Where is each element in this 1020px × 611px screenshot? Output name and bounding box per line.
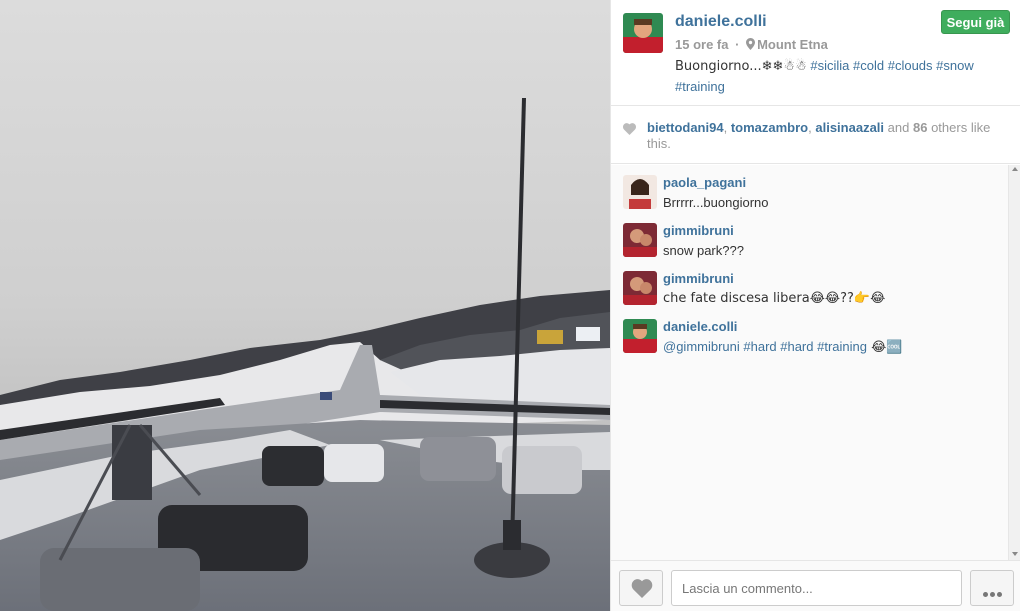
post-detail-panel: daniele.colli 15 ore fa · Mount Etna Buo… <box>610 0 1020 611</box>
liker-link[interactable]: alisinaazali <box>815 120 884 135</box>
liker-link[interactable]: tomazambro <box>731 120 808 135</box>
comment-username[interactable]: gimmibruni <box>663 271 734 286</box>
follow-button[interactable]: Segui già <box>941 10 1010 34</box>
hashtag-training[interactable]: #training <box>675 79 725 94</box>
comment-item: daniele.colli @gimmibruni #hard #hard #t… <box>611 309 1009 357</box>
post-meta: 15 ore fa · Mount Etna <box>675 37 828 52</box>
like-button[interactable] <box>619 570 663 606</box>
comment-text: @gimmibruni #hard #hard #training 😂🆒 <box>663 339 903 355</box>
likes-summary: biettodani94, tomazambro, alisinaazali a… <box>611 106 1020 164</box>
comment-username[interactable]: daniele.colli <box>663 319 737 334</box>
comment-item: gimmibruni snow park??? <box>611 213 1009 261</box>
post-header: daniele.colli 15 ore fa · Mount Etna Buo… <box>611 0 1020 106</box>
comment-composer <box>611 560 1020 611</box>
comment-mention-tags[interactable]: @gimmibruni #hard #hard #training <box>663 339 867 354</box>
comment-username[interactable]: paola_pagani <box>663 175 746 190</box>
comment-item: paola_pagani Brrrrr...buongiorno <box>611 165 1009 213</box>
scroll-up-arrow-icon[interactable] <box>1012 167 1018 171</box>
commenter-avatar[interactable] <box>623 223 657 257</box>
meta-separator: · <box>735 37 740 52</box>
comment-emoji: 😂🆒 <box>866 340 903 355</box>
hashtag-snow[interactable]: #snow <box>936 58 974 73</box>
commenter-avatar[interactable] <box>623 271 657 305</box>
commenter-avatar[interactable] <box>623 319 657 353</box>
comment-text: che fate discesa libera😂😂??👉😂 <box>663 291 886 306</box>
post-time[interactable]: 15 ore fa <box>675 37 728 52</box>
likes-separator: , <box>808 120 812 135</box>
comment-text: Brrrrr...buongiorno <box>663 195 769 210</box>
location-pin-icon <box>746 38 756 50</box>
comments-scrollbar[interactable] <box>1008 165 1020 560</box>
post-caption: Buongiorno...❄❄☃☃ #sicilia #cold #clouds… <box>675 56 1005 97</box>
heart-icon <box>623 123 636 135</box>
likes-separator: , <box>723 120 728 135</box>
more-dots-icon <box>982 585 1003 600</box>
owner-avatar[interactable] <box>623 13 663 53</box>
post-photo <box>0 0 610 611</box>
scroll-down-arrow-icon[interactable] <box>1012 552 1018 556</box>
comment-input[interactable] <box>671 570 962 606</box>
caption-text: Buongiorno...❄❄☃☃ <box>675 59 807 74</box>
owner-username[interactable]: daniele.colli <box>675 13 767 31</box>
hashtag-clouds[interactable]: #clouds <box>888 58 933 73</box>
likes-others-count[interactable]: 86 <box>913 120 927 135</box>
comment-text: snow park??? <box>663 243 744 258</box>
heart-icon <box>631 579 653 598</box>
more-options-button[interactable] <box>970 570 1014 606</box>
comments-list: paola_pagani Brrrrr...buongiorno gimmibr… <box>611 165 1009 560</box>
post-location[interactable]: Mount Etna <box>757 37 828 52</box>
photo-image <box>0 0 610 611</box>
comment-item: gimmibruni che fate discesa libera😂😂??👉😂 <box>611 261 1009 309</box>
comment-username[interactable]: gimmibruni <box>663 223 734 238</box>
hashtag-sicilia[interactable]: #sicilia <box>810 58 849 73</box>
likes-and: and <box>887 120 910 135</box>
commenter-avatar[interactable] <box>623 175 657 209</box>
liker-link[interactable]: biettodani94 <box>647 120 724 135</box>
hashtag-cold[interactable]: #cold <box>853 58 884 73</box>
